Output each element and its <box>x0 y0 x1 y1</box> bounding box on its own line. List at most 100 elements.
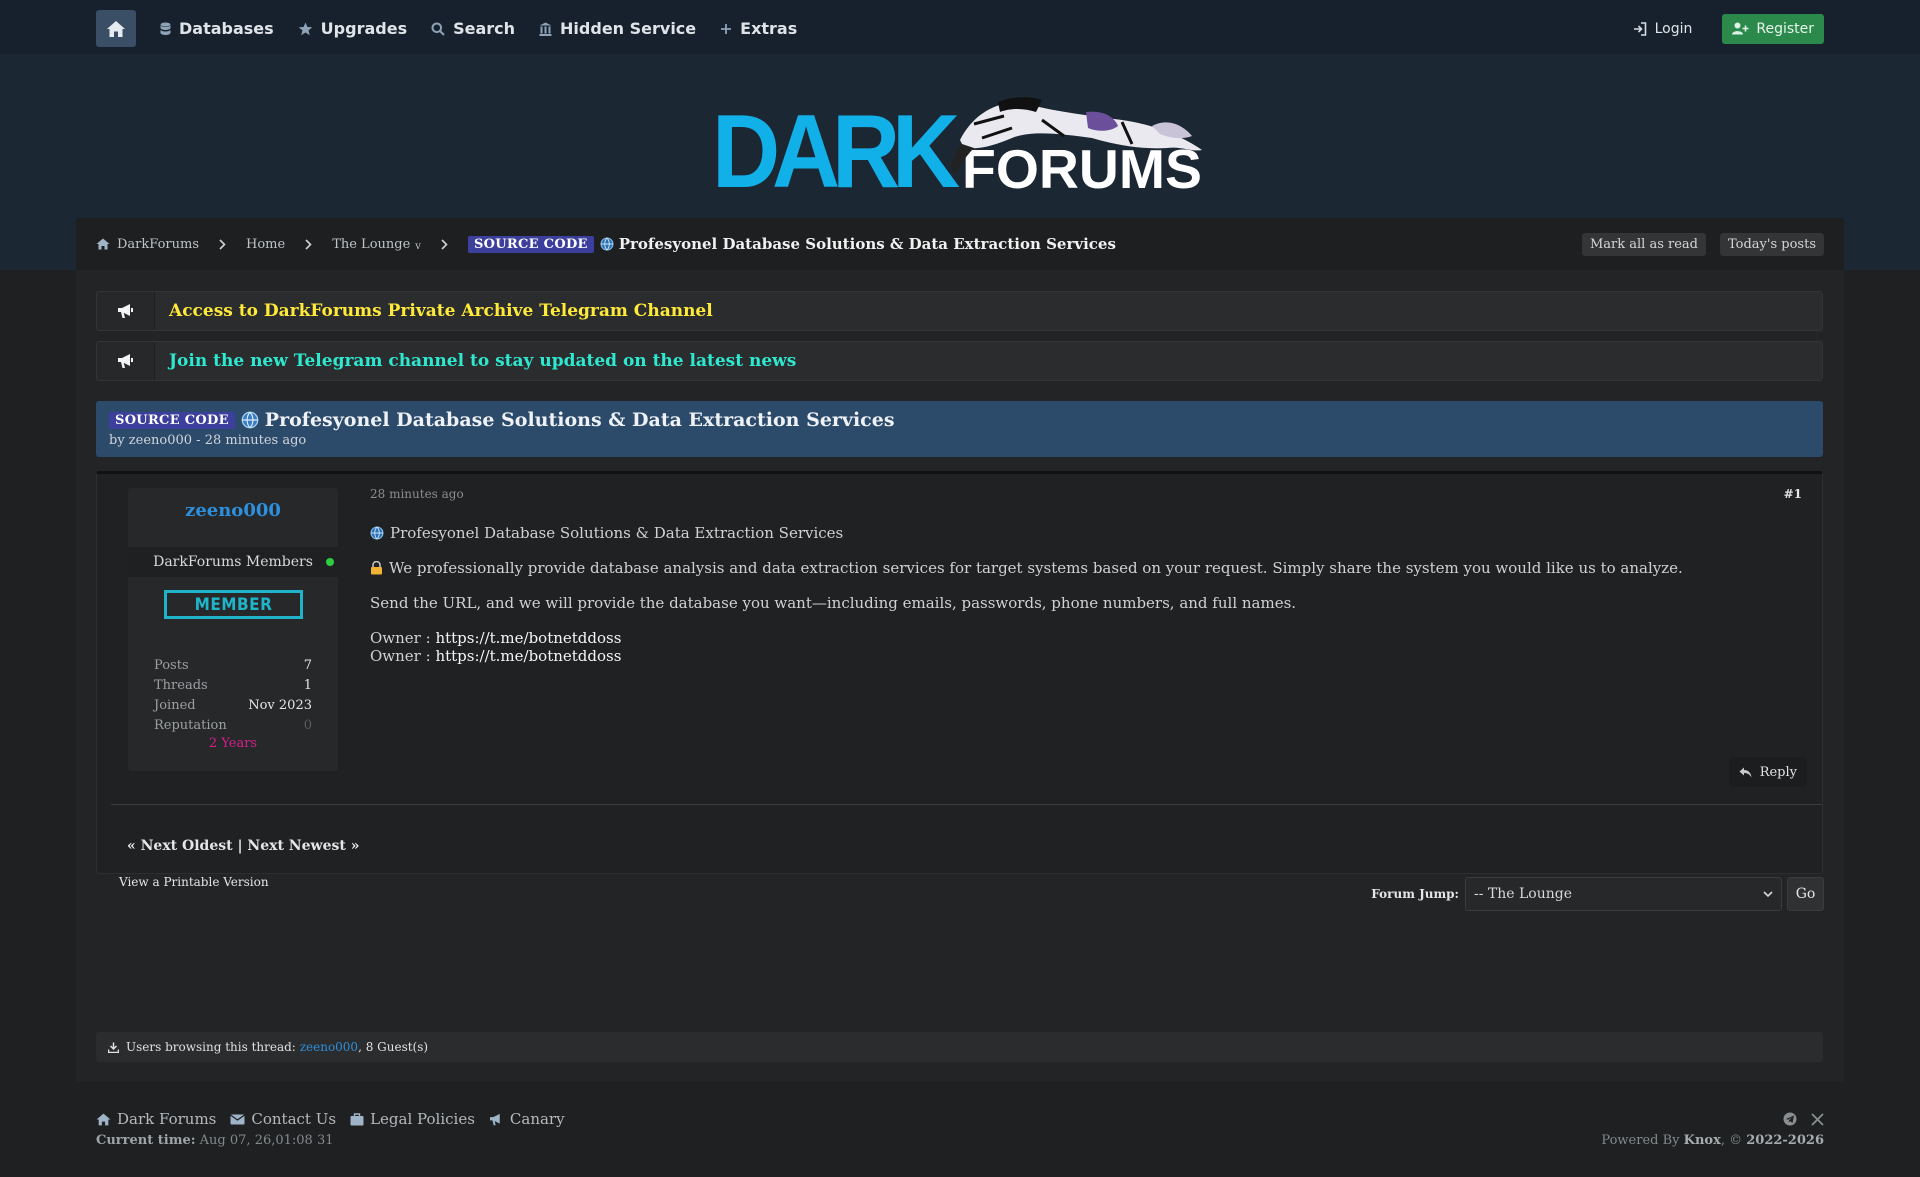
online-status-dot <box>326 558 334 566</box>
source-code-badge: SOURCE CODE <box>467 235 594 253</box>
home-icon <box>107 20 125 37</box>
post-line-description: We professionally provide database analy… <box>389 559 1683 577</box>
chevron-right-icon <box>441 235 448 254</box>
post-number[interactable]: #1 <box>1784 487 1802 501</box>
owner-label: Owner : <box>370 629 431 647</box>
forum-jump: Forum Jump: -- The Lounge Go <box>1371 877 1824 911</box>
footer-canary-link[interactable]: Canary <box>489 1110 565 1128</box>
owner-telegram-link[interactable]: https://t.me/botnetddoss <box>435 647 621 665</box>
sign-in-icon <box>1633 21 1646 36</box>
x-twitter-icon[interactable] <box>1811 1112 1824 1126</box>
announcement-bar[interactable]: Join the new Telegram channel to stay up… <box>96 341 1823 381</box>
author-panel: zeeno000 DarkForums Members MEMBER Posts… <box>128 488 338 771</box>
nav-databases-label: Databases <box>179 19 274 38</box>
stat-reputation: Reputation 0 <box>154 716 312 736</box>
download-icon <box>108 1042 119 1053</box>
user-plus-icon <box>1732 22 1749 35</box>
stat-value[interactable]: 0 <box>304 716 312 736</box>
globe-icon <box>370 526 384 540</box>
breadcrumb-darkforums[interactable]: DarkForums <box>96 237 199 252</box>
stat-value: Nov 2023 <box>248 698 312 713</box>
announcement-text[interactable]: Join the new Telegram channel to stay up… <box>169 351 796 371</box>
login-label: Login <box>1654 20 1693 37</box>
nav-databases[interactable]: Databases <box>160 19 274 38</box>
breadcrumb-the-lounge[interactable]: The Lounge v <box>332 237 421 252</box>
nav-upgrades[interactable]: Upgrades <box>298 19 407 38</box>
nav-hidden-service[interactable]: Hidden Service <box>539 19 696 38</box>
breadcrumb-home-label: Home <box>246 236 286 252</box>
database-icon <box>160 22 171 35</box>
thread-header: SOURCE CODE Profesyonel Database Solutio… <box>96 401 1823 457</box>
announcement-text[interactable]: Access to DarkForums Private Archive Tel… <box>169 301 713 321</box>
go-button[interactable]: Go <box>1787 877 1824 911</box>
powered-years: 2022-2026 <box>1746 1133 1824 1148</box>
nav-hidden-service-label: Hidden Service <box>560 19 697 38</box>
stat-threads: Threads 1 <box>154 676 312 696</box>
breadcrumb: DarkForums Home The Lounge v SOURCE CODE… <box>76 218 1844 270</box>
footer-contact-link[interactable]: Contact Us <box>230 1110 336 1128</box>
source-code-badge: SOURCE CODE <box>109 411 235 429</box>
briefcase-icon <box>350 1112 364 1125</box>
forum-jump-label: Forum Jump: <box>1371 887 1459 901</box>
building-icon <box>539 22 552 36</box>
home-button[interactable] <box>96 10 136 47</box>
login-link[interactable]: Login <box>1633 20 1693 37</box>
member-rank-badge: MEMBER <box>164 590 303 619</box>
envelope-icon <box>230 1113 246 1124</box>
author-name[interactable]: zeeno000 <box>128 500 338 521</box>
footer-dark-forums-link[interactable]: Dark Forums <box>96 1110 216 1128</box>
powered-suffix: , © <box>1720 1133 1743 1148</box>
todays-posts-button[interactable]: Today's posts <box>1720 232 1824 256</box>
current-time-value: Aug 07, 26,01:08 31 <box>199 1133 334 1148</box>
breadcrumb-home[interactable]: Home <box>246 237 285 252</box>
footer: Dark Forums Contact Us Legal Policies Ca… <box>0 1082 1920 1177</box>
stat-joined: Joined Nov 2023 <box>154 696 312 716</box>
stat-label: Threads <box>154 678 208 693</box>
mark-all-read-button[interactable]: Mark all as read <box>1581 232 1706 256</box>
nav-search[interactable]: Search <box>431 19 515 38</box>
powered-by: Powered By Knox, © 2022-2026 <box>1601 1133 1824 1148</box>
thread-navigation[interactable]: « Next Oldest | Next Newest » <box>127 838 359 854</box>
printable-version-link[interactable]: View a Printable Version <box>119 875 269 889</box>
forum-jump-select[interactable]: -- The Lounge <box>1465 877 1782 911</box>
forum-jump-selected: -- The Lounge <box>1474 886 1573 902</box>
footer-link-label: Canary <box>509 1110 565 1128</box>
nav-extras-label: Extras <box>740 19 798 38</box>
chevron-right-icon <box>219 235 226 254</box>
chevron-right-icon <box>305 235 312 254</box>
register-button[interactable]: Register <box>1722 13 1824 44</box>
footer-link-label: Dark Forums <box>117 1110 217 1128</box>
reply-button[interactable]: Reply <box>1728 757 1807 787</box>
nav-upgrades-label: Upgrades <box>320 19 408 38</box>
powered-name[interactable]: Knox <box>1684 1133 1721 1148</box>
post-body: Profesyonel Database Solutions & Data Ex… <box>370 524 1683 665</box>
stat-value: 7 <box>303 658 312 673</box>
breadcrumb-current-thread: SOURCE CODE Profesyonel Database Solutio… <box>467 235 1116 253</box>
member-years: 2 Years <box>208 736 258 751</box>
footer-legal-link[interactable]: Legal Policies <box>350 1110 475 1128</box>
megaphone-icon <box>489 1113 500 1125</box>
nav-extras[interactable]: Extras <box>720 19 797 38</box>
telegram-icon[interactable] <box>1783 1112 1797 1126</box>
browsing-user-link[interactable]: zeeno000 <box>300 1040 358 1054</box>
breadcrumb-lounge-label: The Lounge <box>332 236 411 252</box>
owner-label: Owner : <box>370 647 431 665</box>
thread-byline: by zeeno000 - 28 minutes ago <box>109 433 307 448</box>
darkforums-logo[interactable]: DARK FORUMS <box>712 78 1208 208</box>
announcement-bar[interactable]: Access to DarkForums Private Archive Tel… <box>96 291 1823 331</box>
author-stats: Posts 7 Threads 1 Joined Nov 2023 Reputatio… <box>154 656 312 751</box>
home-icon <box>96 238 110 250</box>
owner-telegram-link[interactable]: https://t.me/botnetddoss <box>435 629 621 647</box>
top-navbar: Databases Upgrades Search Hidden Service… <box>0 0 1920 54</box>
browsing-suffix: , 8 Guest(s) <box>358 1040 429 1054</box>
megaphone-icon <box>97 292 155 330</box>
stat-label: Joined <box>154 698 196 713</box>
nav-search-label: Search <box>453 19 516 38</box>
megaphone-icon <box>97 342 155 380</box>
home-icon <box>96 1113 111 1125</box>
reply-icon <box>1739 767 1752 777</box>
stat-value: 1 <box>303 678 312 693</box>
thread-title: Profesyonel Database Solutions & Data Ex… <box>264 409 895 431</box>
breadcrumb-lounge-caret[interactable]: v <box>415 241 421 252</box>
reply-label: Reply <box>1759 764 1797 780</box>
